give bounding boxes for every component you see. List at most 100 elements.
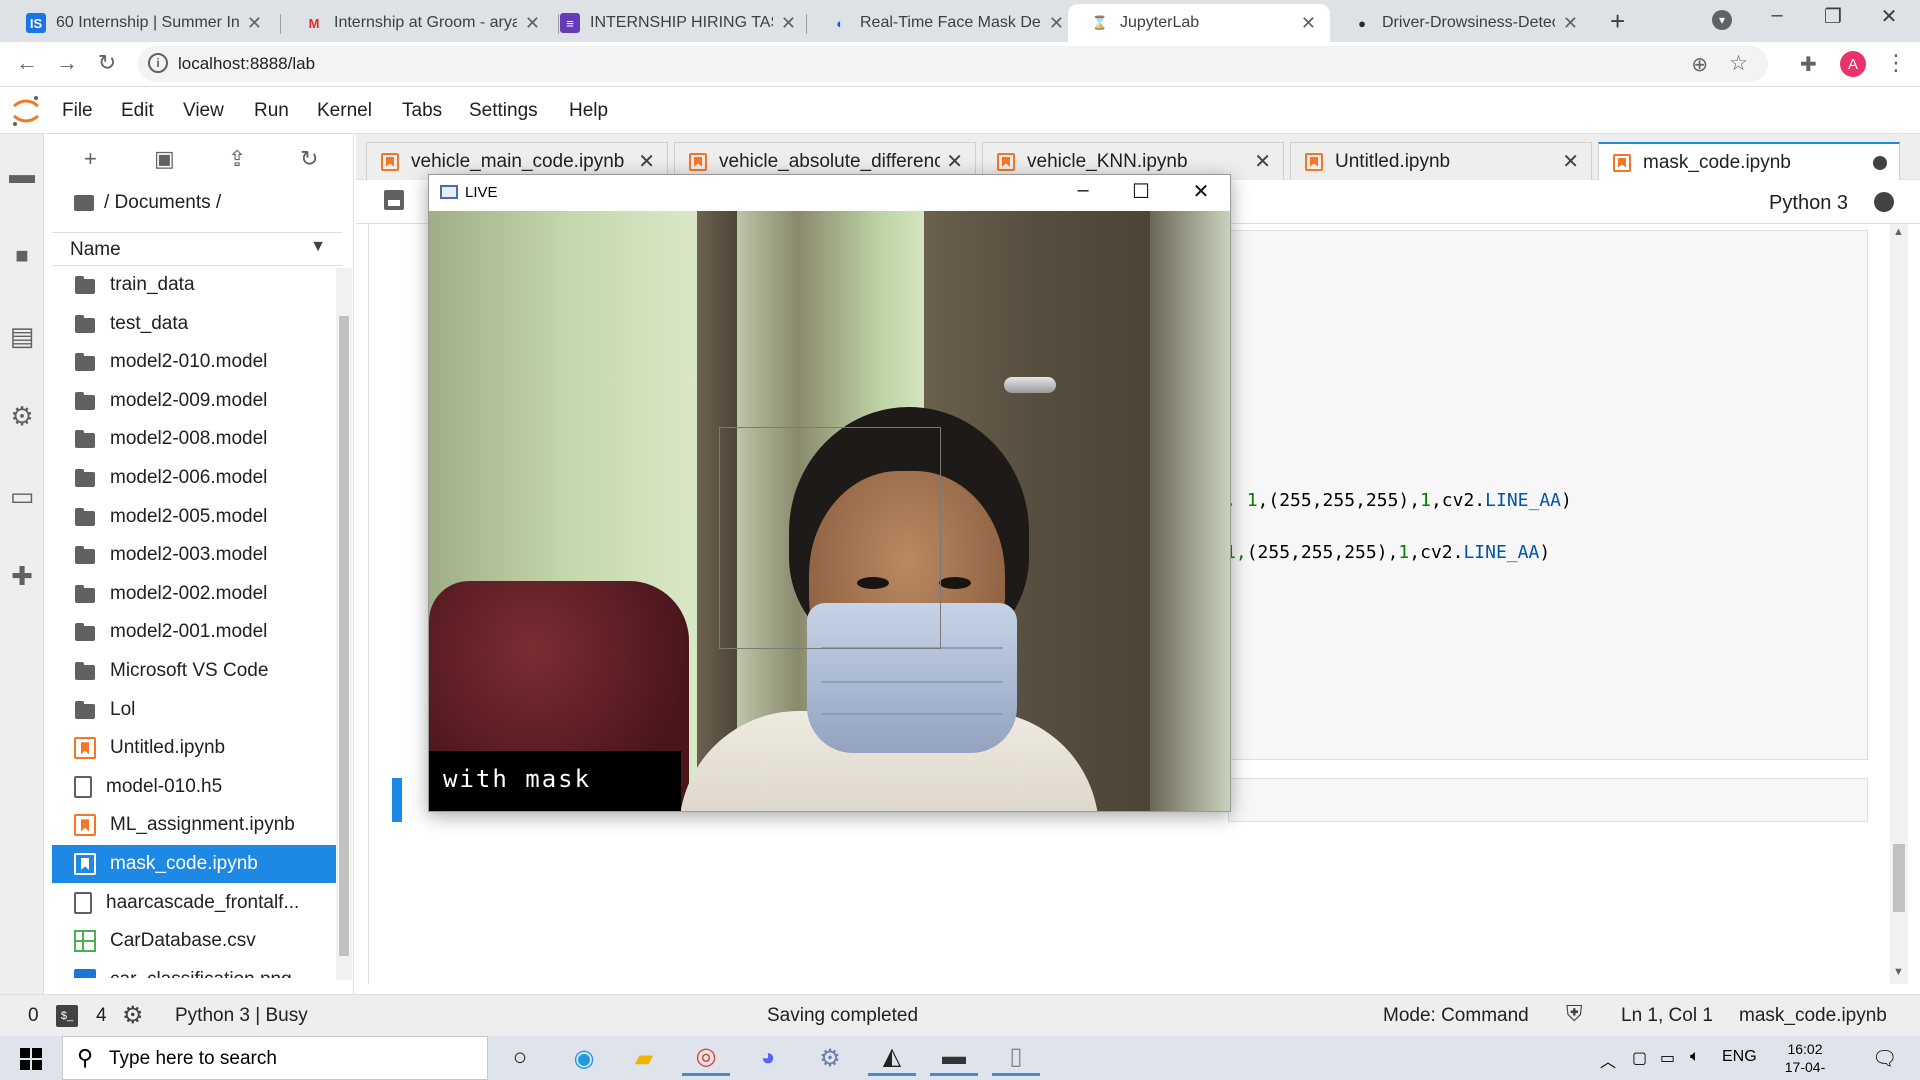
browser-tab-3[interactable]: ≡ INTERNSHIP HIRING TASK ✕ <box>538 4 810 42</box>
new-folder-icon[interactable]: ▣ <box>154 146 175 172</box>
show-hidden-icons-chevron-icon[interactable]: ︿ <box>1600 1048 1616 1072</box>
file-list-item[interactable]: car_classification.png <box>52 961 336 978</box>
file-list-item[interactable]: Untitled.ipynb <box>52 729 336 767</box>
close-tab-icon[interactable]: ✕ <box>781 13 796 34</box>
scrollbar-thumb[interactable] <box>339 316 349 956</box>
tab-search-icon[interactable]: ▾ <box>1712 10 1732 30</box>
file-list-item[interactable]: model2-005.model <box>52 498 336 536</box>
file-list-item[interactable]: model2-009.model <box>52 382 336 420</box>
live-camera-window[interactable]: LIVE – ☐ ✕ with mask <box>428 174 1231 812</box>
property-inspector-gears-icon[interactable]: ⚙ <box>6 400 38 432</box>
windows-start-icon[interactable] <box>20 1048 42 1070</box>
forward-arrow-icon[interactable]: → <box>52 50 82 76</box>
minimize-window-icon[interactable]: – <box>1762 4 1792 27</box>
menu-edit[interactable]: Edit <box>121 100 154 122</box>
kernel-status[interactable]: Python 3 | Busy <box>175 1005 308 1027</box>
code-cell[interactable]: , , 1,(255,255,255),1,cv2.LINE_AA) 1,(25… <box>1223 223 1868 760</box>
menu-kernel[interactable]: Kernel <box>317 100 372 122</box>
device-icon[interactable]: ▢ <box>1632 1048 1647 1068</box>
cortana-circle-icon[interactable]: ○ <box>496 1040 544 1076</box>
live-window-titlebar[interactable]: LIVE – ☐ ✕ <box>429 175 1230 211</box>
close-tab-icon[interactable]: ✕ <box>1049 13 1064 34</box>
menu-help[interactable]: Help <box>569 100 608 122</box>
breadcrumb[interactable]: / Documents / <box>74 192 221 214</box>
scrollbar-thumb[interactable] <box>1893 844 1905 912</box>
terminal-icon[interactable]: $_ <box>56 1005 78 1027</box>
file-list-item[interactable]: model-010.h5 <box>52 768 336 806</box>
kernel-count[interactable]: 4 <box>96 1005 107 1027</box>
extensions-puzzle-icon[interactable]: ✚ <box>1800 52 1817 77</box>
settings-gear-app-icon[interactable]: ⚙ <box>806 1040 854 1076</box>
kernel-name[interactable]: Python 3 <box>1769 192 1848 215</box>
file-list-item[interactable]: train_data <box>52 266 336 304</box>
close-tab-icon[interactable]: ✕ <box>638 149 655 174</box>
trusted-shield-icon[interactable]: ⛨ <box>1566 1001 1583 1027</box>
maximize-window-icon[interactable]: ☐ <box>1121 179 1161 204</box>
browser-tab-1[interactable]: IS 60 Internship | Summer Inte ✕ <box>4 4 276 42</box>
close-tab-icon[interactable]: ✕ <box>1254 149 1271 174</box>
url-text[interactable]: localhost:8888/lab <box>178 54 315 74</box>
command-palette-icon[interactable]: ▤ <box>6 320 38 352</box>
browser-menu-icon[interactable]: ⋮ <box>1885 50 1907 76</box>
site-info-icon[interactable]: i <box>148 53 168 73</box>
active-cell-marker[interactable] <box>392 778 402 822</box>
profile-avatar[interactable]: A <box>1840 51 1866 77</box>
zoom-icon[interactable]: ⊕ <box>1691 52 1708 77</box>
file-list-item[interactable]: Microsoft VS Code <box>52 652 336 690</box>
open-tabs-icon[interactable]: ▭ <box>6 480 38 512</box>
column-name-header[interactable]: Name <box>70 239 121 261</box>
file-list-item[interactable]: model2-008.model <box>52 420 336 458</box>
unsaved-dot-icon[interactable] <box>1873 155 1887 170</box>
browser-tab-6[interactable]: ● Driver-Drowsiness-Detectio ✕ <box>1330 4 1592 42</box>
terminal-app-icon[interactable]: ▬ <box>930 1040 978 1076</box>
close-tab-icon[interactable]: ✕ <box>1562 149 1579 174</box>
input-language[interactable]: ENG <box>1722 1048 1757 1066</box>
doc-tab-untitled[interactable]: Untitled.ipynb ✕ <box>1290 142 1592 180</box>
kernel-gear-icon[interactable]: ⚙ <box>122 1001 144 1030</box>
volume-icon[interactable]: 🔈︎ <box>1690 1048 1700 1066</box>
file-list-scrollbar[interactable] <box>336 268 352 980</box>
browser-tab-4[interactable]: ◐ Real-Time Face Mask Detec ✕ <box>808 4 1078 42</box>
edge-browser-icon[interactable]: ◉ <box>560 1040 608 1076</box>
close-window-icon[interactable]: ✕ <box>1181 179 1221 204</box>
restore-window-icon[interactable]: ❐ <box>1818 4 1848 29</box>
chrome-browser-icon[interactable]: ◎ <box>682 1040 730 1076</box>
extension-manager-puzzle-icon[interactable]: ✚ <box>6 560 38 592</box>
file-list-item[interactable]: model2-001.model <box>52 613 336 651</box>
discord-icon[interactable]: ◕ <box>744 1040 792 1076</box>
refresh-icon[interactable]: ↻ <box>300 146 318 172</box>
file-list-item[interactable]: model2-006.model <box>52 459 336 497</box>
breadcrumb-path[interactable]: / Documents / <box>104 192 221 214</box>
browser-tab-jupyterlab[interactable]: ⌛ JupyterLab ✕ <box>1068 4 1330 42</box>
notebook-scrollbar[interactable]: ▲ ▼ <box>1890 224 1908 984</box>
save-icon[interactable] <box>384 190 404 210</box>
cursor-position[interactable]: Ln 1, Col 1 <box>1621 1005 1713 1027</box>
taskbar-search-input[interactable]: ⚲ Type here to search <box>62 1036 488 1080</box>
file-list-item[interactable]: Lol <box>52 691 336 729</box>
document-app-icon[interactable]: ▯ <box>992 1040 1040 1076</box>
address-bar[interactable]: i localhost:8888/lab ⊕ ☆ <box>138 46 1768 82</box>
browser-tab-2[interactable]: M Internship at Groom - aryad ✕ <box>282 4 554 42</box>
sort-caret-icon[interactable]: ▼ <box>310 238 326 256</box>
code-line-2[interactable]: 1,(255,255,255),1,cv2.LINE_AA) <box>1225 521 1550 584</box>
close-tab-icon[interactable]: ✕ <box>247 13 262 34</box>
file-list-item[interactable]: CarDatabase.csv <box>52 922 336 960</box>
new-launcher-plus-icon[interactable]: + <box>84 146 97 172</box>
menu-file[interactable]: File <box>62 100 93 122</box>
file-list-header[interactable]: Name ▼ <box>52 232 342 266</box>
doc-tab-mask-code[interactable]: mask_code.ipynb <box>1598 142 1900 181</box>
file-list-item[interactable]: model2-003.model <box>52 536 336 574</box>
taskbar-clock[interactable]: 16:02 17-04-2021 <box>1770 1040 1840 1080</box>
file-list-item[interactable]: model2-002.model <box>52 575 336 613</box>
unity-app-icon[interactable]: ◭ <box>868 1040 916 1076</box>
back-arrow-icon[interactable]: ← <box>12 50 42 76</box>
file-explorer-icon[interactable]: ▰ <box>620 1040 668 1076</box>
menu-run[interactable]: Run <box>254 100 289 122</box>
menu-tabs[interactable]: Tabs <box>402 100 442 122</box>
close-tab-icon[interactable]: ✕ <box>1563 13 1578 34</box>
running-kernels-stop-icon[interactable]: ⏹ <box>6 240 38 272</box>
terminal-count[interactable]: 0 <box>28 1005 39 1027</box>
file-browser-folder-icon[interactable]: ▬ <box>6 158 38 190</box>
close-window-icon[interactable]: ✕ <box>1874 4 1904 29</box>
battery-icon[interactable]: ▭ <box>1660 1048 1675 1068</box>
